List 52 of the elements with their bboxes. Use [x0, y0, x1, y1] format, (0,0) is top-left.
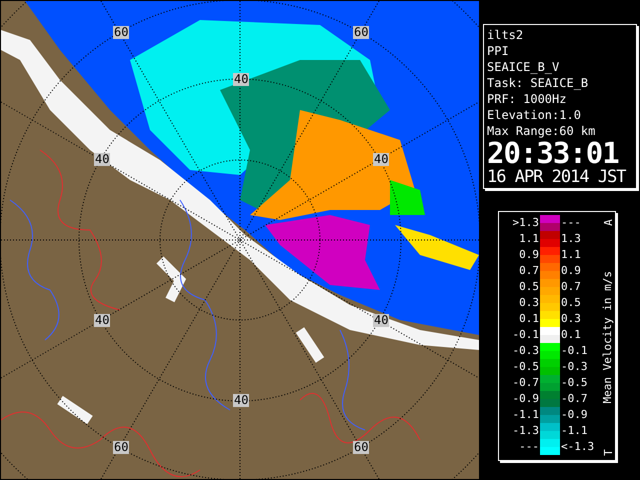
info-line: Task: SEAICE_B — [487, 75, 590, 91]
legend-label: 0.3 — [518, 295, 539, 311]
legend-corner-text: A — [602, 219, 614, 226]
range-label: 40 — [373, 153, 390, 166]
info-line: Elevation:1.0 — [487, 107, 582, 123]
range-label: 40 — [233, 73, 250, 86]
legend-label: >1.3 — [512, 215, 539, 231]
legend-label: -1.1 — [512, 407, 539, 423]
legend-title: Mean Velocity in m/s — [602, 271, 614, 404]
legend-label: 0.5 — [518, 279, 539, 295]
range-label: 40 — [94, 314, 110, 327]
legend-label: -1.1 — [561, 423, 588, 439]
legend-label: 0.1 — [518, 311, 539, 327]
legend-label: -1.3 — [512, 423, 539, 439]
legend-label: 0.9 — [561, 263, 582, 279]
legend-label: -0.9 — [512, 391, 539, 407]
info-line: Max Range:60 km — [487, 123, 596, 139]
legend-label: 0.9 — [518, 247, 539, 263]
legend-label: -0.1 — [561, 343, 588, 359]
legend-label: -0.7 — [512, 375, 539, 391]
legend-corner-text: T — [602, 449, 614, 456]
legend-label: 0.5 — [561, 295, 582, 311]
time-text: 20:33:01 — [487, 139, 619, 167]
legend-label: 0.3 — [561, 311, 582, 327]
range-label: 60 — [113, 26, 130, 39]
info-line: ilts2 — [487, 27, 524, 43]
info-line: PRF: 1000Hz — [487, 91, 568, 107]
legend-label: 0.1 — [561, 327, 582, 343]
legend-label: 1.1 — [561, 247, 582, 263]
info-line: PPI — [487, 43, 510, 59]
range-label: 60 — [353, 26, 370, 39]
range-label: 40 — [94, 153, 110, 166]
legend-label: -0.3 — [512, 343, 539, 359]
legend-label: -0.1 — [512, 327, 539, 343]
legend-label: -0.5 — [561, 375, 588, 391]
range-label: 60 — [113, 441, 130, 454]
info-line: SEAICE_B_V — [487, 59, 560, 75]
legend-label: --- — [518, 439, 539, 455]
range-label: 40 — [373, 314, 390, 327]
legend-label: -0.3 — [561, 359, 588, 375]
range-label: 60 — [353, 441, 370, 454]
legend-label: -0.5 — [512, 359, 539, 375]
legend-label: 0.7 — [561, 279, 582, 295]
legend-label: 0.7 — [518, 263, 539, 279]
legend-label: -0.7 — [561, 391, 588, 407]
legend-label: 1.1 — [518, 231, 539, 247]
legend-label: -0.9 — [561, 407, 588, 423]
range-label: 40 — [233, 394, 250, 407]
legend-label: --- — [561, 215, 582, 231]
legend-label: 1.3 — [561, 231, 582, 247]
date-text: 16 APR 2014 JST — [487, 167, 628, 187]
legend-label: <-1.3 — [561, 439, 596, 455]
